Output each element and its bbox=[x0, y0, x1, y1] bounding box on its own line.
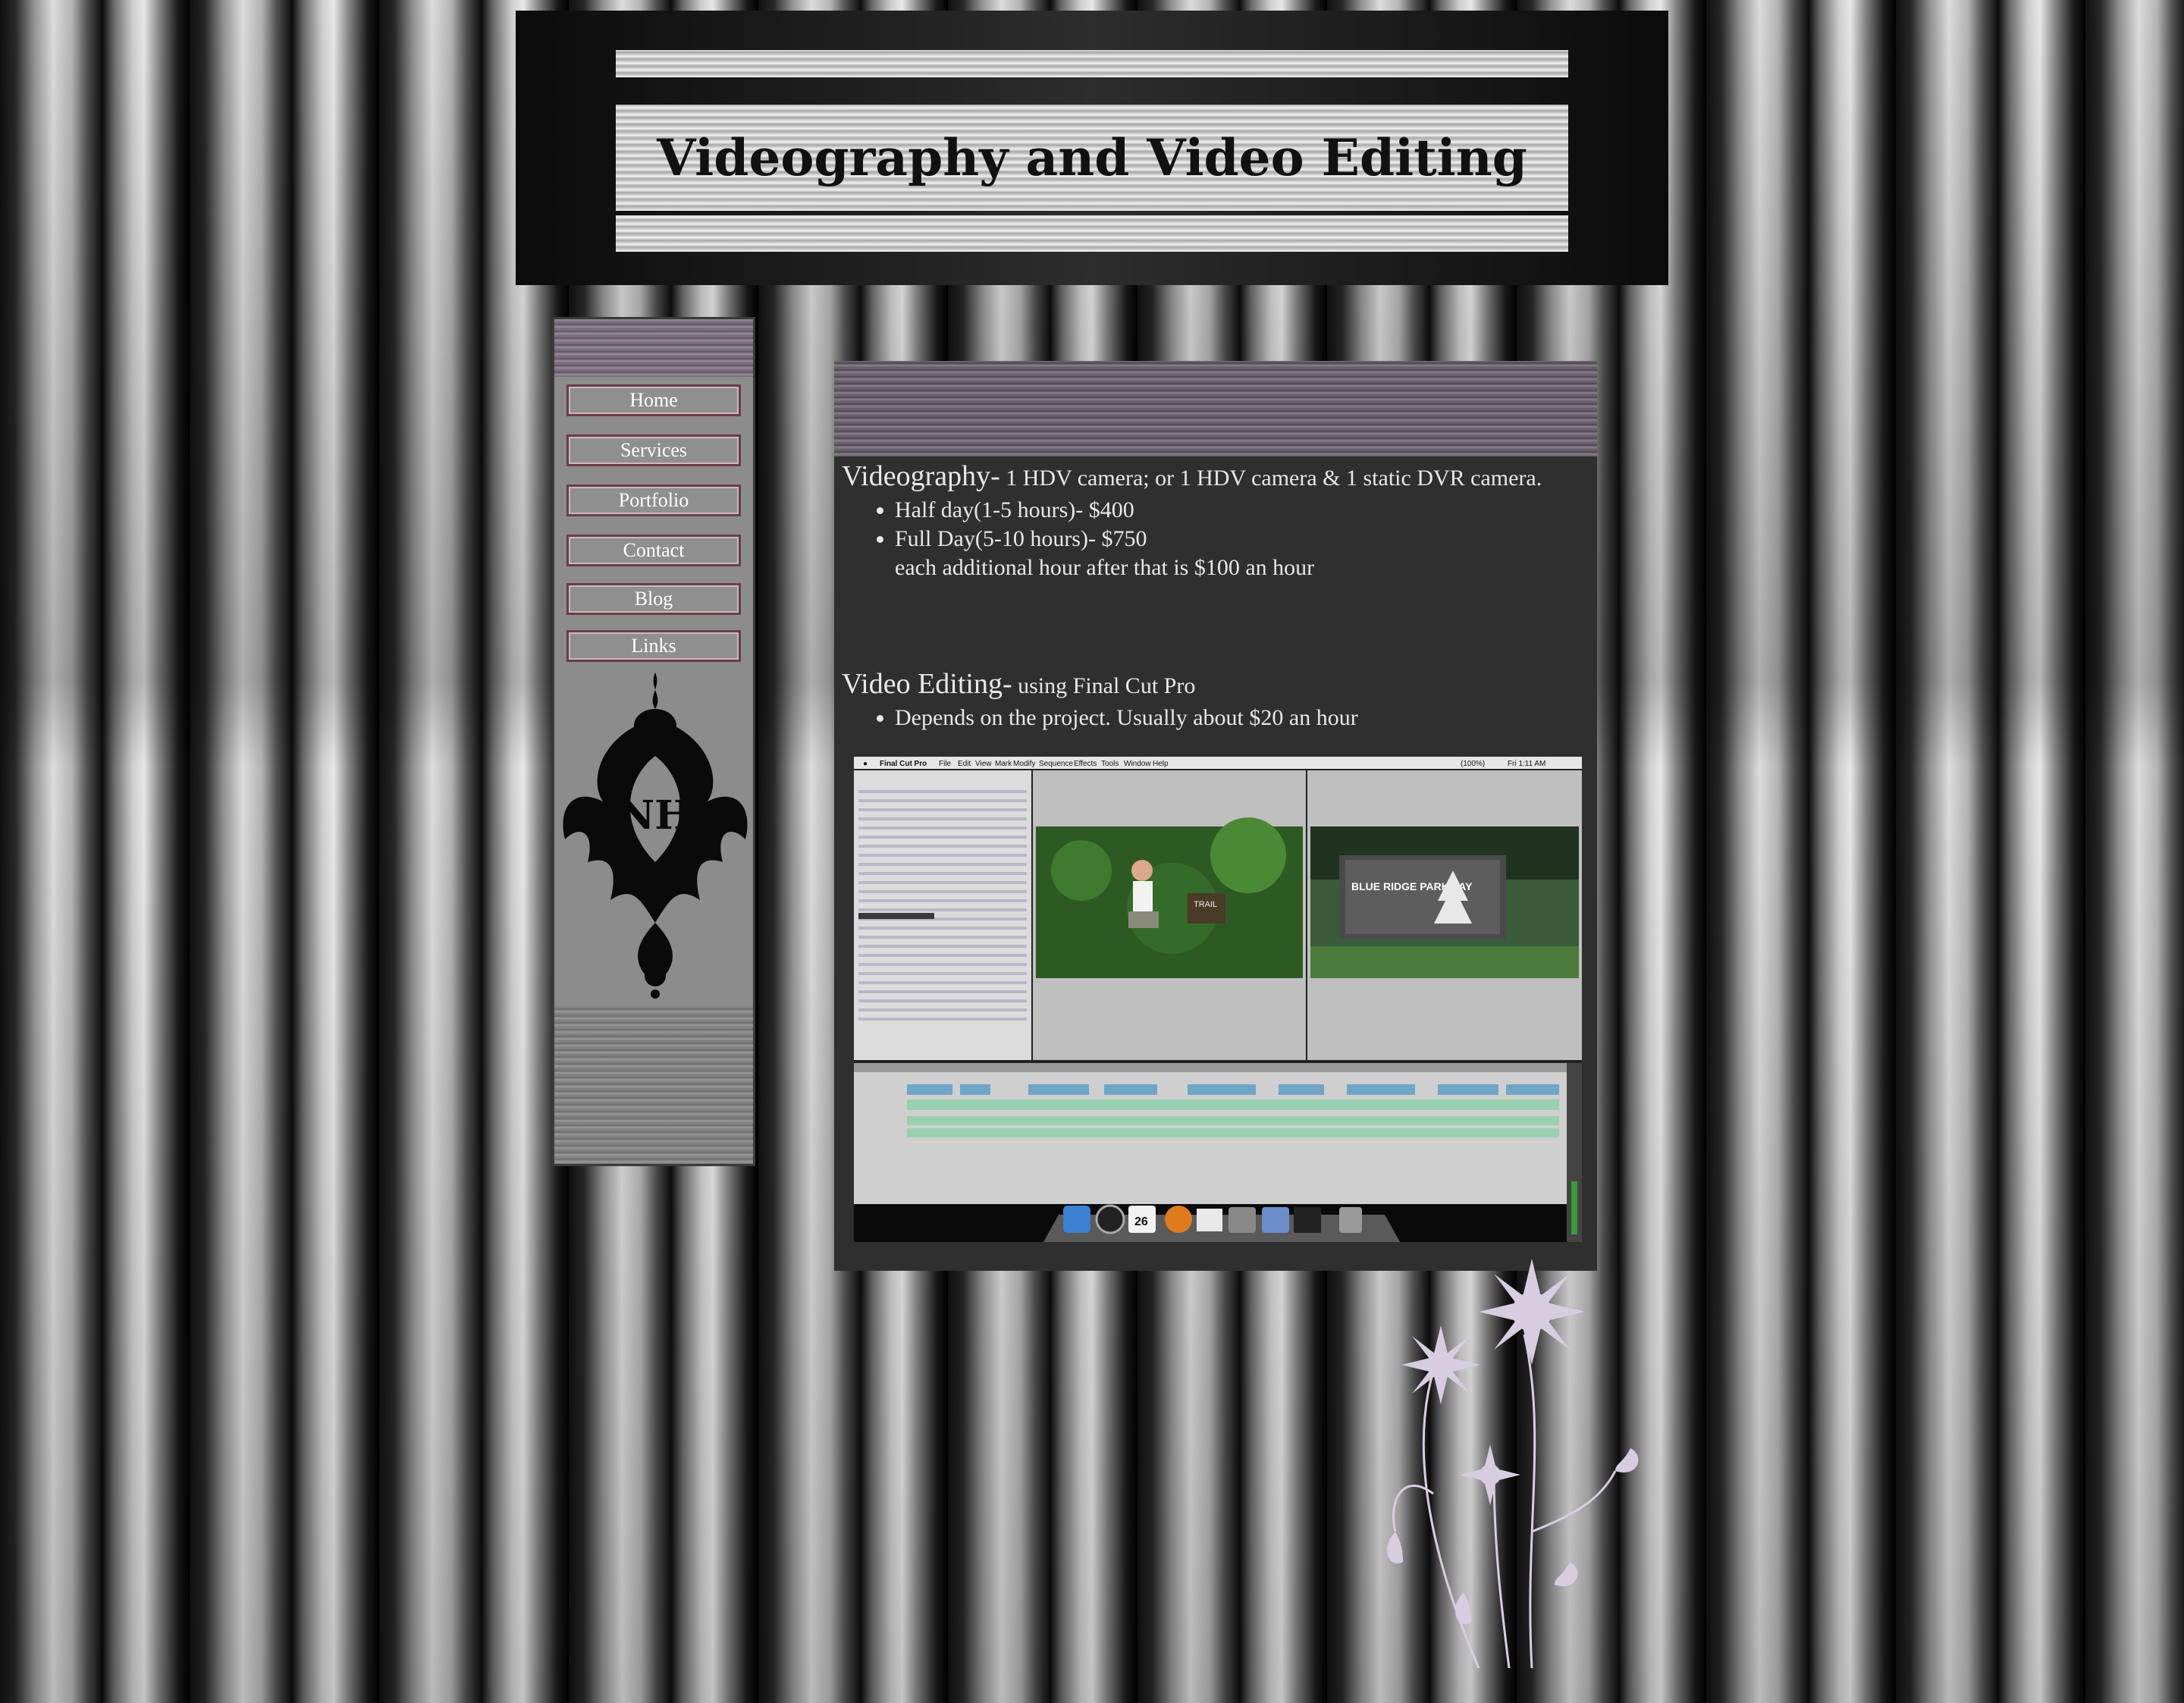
svg-text:Mark: Mark bbox=[995, 760, 1012, 768]
sidebar-bottom-panel bbox=[554, 1006, 753, 1164]
editing-price-list: Depends on the project. Usually about $2… bbox=[842, 704, 1358, 732]
videography-price-list: Half day(1-5 hours)- $400 Full Day(5-10 … bbox=[842, 496, 1542, 554]
list-item: Half day(1-5 hours)- $400 bbox=[895, 496, 1542, 525]
editing-title: Video Editing- bbox=[842, 668, 1012, 700]
header-title-bar: Videography and Video Editing bbox=[616, 105, 1568, 211]
nav-services-button[interactable]: Services bbox=[566, 434, 741, 466]
header-bar-top bbox=[616, 50, 1568, 77]
svg-text:Sequence: Sequence bbox=[1039, 760, 1073, 768]
svg-text:Modify: Modify bbox=[1013, 760, 1035, 768]
damask-logo: NH bbox=[563, 673, 748, 999]
menu-clock: Fri 1:11 AM bbox=[1508, 760, 1545, 768]
videography-heading: Videography- 1 HDV camera; or 1 HDV came… bbox=[842, 459, 1542, 493]
main-content: Videography- 1 HDV camera; or 1 HDV came… bbox=[834, 361, 1597, 1271]
svg-text:File: File bbox=[939, 760, 952, 768]
svg-text:Help: Help bbox=[1153, 760, 1169, 768]
nav-home-button[interactable]: Home bbox=[566, 384, 741, 416]
list-item: Full Day(5-10 hours)- $750 bbox=[895, 525, 1542, 554]
svg-text:●: ● bbox=[863, 760, 868, 768]
svg-text:Tools: Tools bbox=[1101, 760, 1119, 768]
svg-text:Edit: Edit bbox=[958, 760, 971, 768]
final-cut-pro-screenshot: ● Final Cut Pro File Edit View Mark Modi… bbox=[854, 757, 1582, 1242]
videography-section: Videography- 1 HDV camera; or 1 HDV came… bbox=[842, 459, 1542, 582]
sidebar-top-panel bbox=[554, 319, 753, 377]
svg-text:View: View bbox=[975, 760, 992, 768]
dock-icons: 26 bbox=[1063, 1204, 1362, 1234]
videography-title: Videography- bbox=[842, 460, 1000, 492]
svg-text:Window: Window bbox=[1124, 760, 1151, 768]
list-item: Depends on the project. Usually about $2… bbox=[895, 704, 1358, 732]
site-header: Videography and Video Editing bbox=[516, 11, 1668, 285]
nav-contact-button[interactable]: Contact bbox=[566, 535, 741, 566]
videography-note: each additional hour after that is $100 … bbox=[895, 555, 1315, 580]
header-bar-bottom bbox=[616, 215, 1568, 252]
logo-monogram: NH bbox=[619, 792, 692, 839]
decorative-flowers bbox=[1387, 1259, 1639, 1668]
editing-section: Video Editing- using Final Cut Pro Depen… bbox=[842, 667, 1358, 732]
nav-blog-button[interactable]: Blog bbox=[566, 583, 741, 615]
editing-detail: using Final Cut Pro bbox=[1012, 673, 1196, 698]
page-title: Videography and Video Editing bbox=[657, 128, 1527, 187]
battery-status: (100%) bbox=[1461, 760, 1485, 768]
nav-links-button[interactable]: Links bbox=[566, 630, 741, 662]
editing-heading: Video Editing- using Final Cut Pro bbox=[842, 667, 1358, 701]
svg-text:26: 26 bbox=[1134, 1215, 1148, 1228]
svg-text:Effects: Effects bbox=[1074, 760, 1097, 768]
videography-detail: 1 HDV camera; or 1 HDV camera & 1 static… bbox=[999, 466, 1542, 491]
app-name: Final Cut Pro bbox=[880, 760, 927, 768]
sidebar: Home Services Portfolio Contact Blog Lin… bbox=[552, 317, 755, 1166]
content-top-panel bbox=[834, 361, 1597, 456]
trail-sign-text: TRAIL bbox=[1194, 900, 1217, 909]
nav-portfolio-button[interactable]: Portfolio bbox=[566, 485, 741, 516]
